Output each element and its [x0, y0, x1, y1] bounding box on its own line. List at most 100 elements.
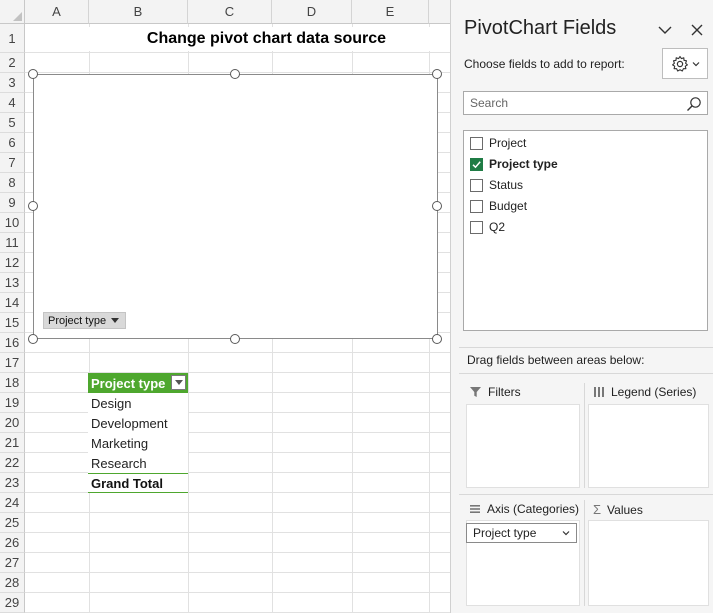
choose-fields-label: Choose fields to add to report:: [464, 57, 625, 71]
filters-drop-zone[interactable]: [466, 404, 580, 488]
gridline: [25, 552, 450, 553]
divider: [459, 347, 713, 348]
field-checkbox[interactable]: [470, 178, 483, 192]
field-item-project[interactable]: Project: [470, 134, 526, 152]
resize-handle-bottom-right[interactable]: [432, 334, 442, 344]
row-header[interactable]: 17: [0, 353, 25, 373]
filter-dropdown-button[interactable]: [171, 375, 186, 390]
row-header[interactable]: 21: [0, 433, 25, 453]
row-header[interactable]: 10: [0, 213, 25, 233]
row-header[interactable]: 19: [0, 393, 25, 413]
sheet-title[interactable]: Change pivot chart data source: [88, 27, 445, 51]
divider: [459, 494, 713, 495]
field-checkbox[interactable]: [470, 220, 483, 234]
field-checkbox[interactable]: [470, 199, 483, 213]
spreadsheet[interactable]: A B C D E 1 2 3 4 5 6 7 8 9 10 11 12 13 14 15 16 17 18 19 2…: [0, 0, 450, 613]
row-header[interactable]: 24: [0, 493, 25, 513]
chevron-down-icon: [692, 61, 699, 66]
gridline: [25, 512, 450, 513]
pivot-grand-total[interactable]: Grand Total: [88, 473, 188, 493]
values-area-label: Σ Values: [593, 502, 643, 517]
field-list[interactable]: Project Project type Status Budget Q2: [463, 130, 708, 331]
axis-field-chip[interactable]: Project type: [466, 523, 577, 543]
row-header[interactable]: 5: [0, 113, 25, 133]
pivot-table-header[interactable]: Project type: [88, 373, 188, 393]
pivot-table-header-label: Project type: [91, 375, 166, 391]
pivot-row-item[interactable]: Marketing: [88, 433, 188, 453]
row-header[interactable]: 4: [0, 93, 25, 113]
row-header[interactable]: 8: [0, 173, 25, 193]
column-header-e[interactable]: E: [352, 0, 429, 24]
pivot-row-item[interactable]: Design: [88, 393, 188, 413]
field-label: Q2: [489, 220, 506, 234]
resize-handle-bottom[interactable]: [230, 334, 240, 344]
pivot-row-item[interactable]: Research: [88, 453, 188, 473]
row-header[interactable]: 27: [0, 553, 25, 573]
divider: [584, 383, 585, 488]
column-header-c[interactable]: C: [188, 0, 272, 24]
axis-field-chip-label: Project type: [473, 526, 537, 540]
tools-button[interactable]: [662, 48, 708, 79]
resize-handle-left[interactable]: [28, 201, 38, 211]
row-header[interactable]: 2: [0, 53, 25, 73]
select-all-corner[interactable]: [0, 0, 25, 24]
field-item-project-type[interactable]: Project type: [470, 155, 558, 173]
row-header[interactable]: 9: [0, 193, 25, 213]
row-header[interactable]: 3: [0, 73, 25, 93]
values-drop-zone[interactable]: [588, 520, 709, 606]
resize-handle-bottom-left[interactable]: [28, 334, 38, 344]
row-header[interactable]: 7: [0, 153, 25, 173]
row-header[interactable]: 16: [0, 333, 25, 353]
pivot-chart[interactable]: Project type: [33, 74, 438, 339]
divider: [459, 373, 713, 374]
gear-icon: [671, 55, 688, 72]
check-icon: [472, 160, 481, 168]
row-header[interactable]: 26: [0, 533, 25, 553]
field-checkbox[interactable]: [470, 136, 483, 150]
row-header[interactable]: 15: [0, 313, 25, 333]
chevron-down-icon[interactable]: [657, 22, 673, 38]
field-item-status[interactable]: Status: [470, 176, 523, 194]
pane-title: PivotChart Fields: [464, 17, 617, 39]
row-header[interactable]: 20: [0, 413, 25, 433]
resize-handle-top-right[interactable]: [432, 69, 442, 79]
column-header-f[interactable]: [429, 0, 450, 24]
row-header[interactable]: 12: [0, 253, 25, 273]
field-item-q2[interactable]: Q2: [470, 218, 505, 236]
close-icon[interactable]: [689, 22, 705, 38]
row-header[interactable]: 23: [0, 473, 25, 493]
dropdown-arrow-icon: [174, 380, 183, 385]
filter-icon: [470, 387, 481, 397]
row-header[interactable]: 25: [0, 513, 25, 533]
row-header[interactable]: 28: [0, 573, 25, 593]
search-box[interactable]: [463, 91, 708, 115]
column-header-b[interactable]: B: [89, 0, 188, 24]
pivotchart-fields-pane: PivotChart Fields Choose fields to add t…: [450, 0, 713, 613]
field-checkbox[interactable]: [470, 157, 483, 171]
rows-icon: [470, 505, 480, 513]
row-header[interactable]: 29: [0, 593, 25, 613]
resize-handle-top-left[interactable]: [28, 69, 38, 79]
filters-area-label: Filters: [469, 385, 521, 399]
chart-field-button-label: Project type: [48, 314, 107, 327]
chart-field-button[interactable]: Project type: [43, 312, 127, 329]
resize-handle-right[interactable]: [432, 201, 442, 211]
column-header-a[interactable]: A: [25, 0, 89, 24]
field-item-budget[interactable]: Budget: [470, 197, 527, 215]
gridline: [25, 592, 450, 593]
row-header[interactable]: 6: [0, 133, 25, 153]
row-header[interactable]: 22: [0, 453, 25, 473]
column-header-d[interactable]: D: [272, 0, 352, 24]
row-header[interactable]: 18: [0, 373, 25, 393]
row-header[interactable]: 13: [0, 273, 25, 293]
resize-handle-top[interactable]: [230, 69, 240, 79]
search-input[interactable]: [464, 92, 679, 114]
chevron-down-icon[interactable]: [562, 529, 570, 537]
legend-drop-zone[interactable]: [588, 404, 709, 488]
row-header[interactable]: 1: [0, 24, 25, 53]
row-header[interactable]: 11: [0, 233, 25, 253]
row-header[interactable]: 14: [0, 293, 25, 313]
legend-label: Legend (Series): [611, 385, 697, 399]
search-icon[interactable]: [686, 96, 702, 112]
pivot-row-item[interactable]: Development: [88, 413, 188, 433]
